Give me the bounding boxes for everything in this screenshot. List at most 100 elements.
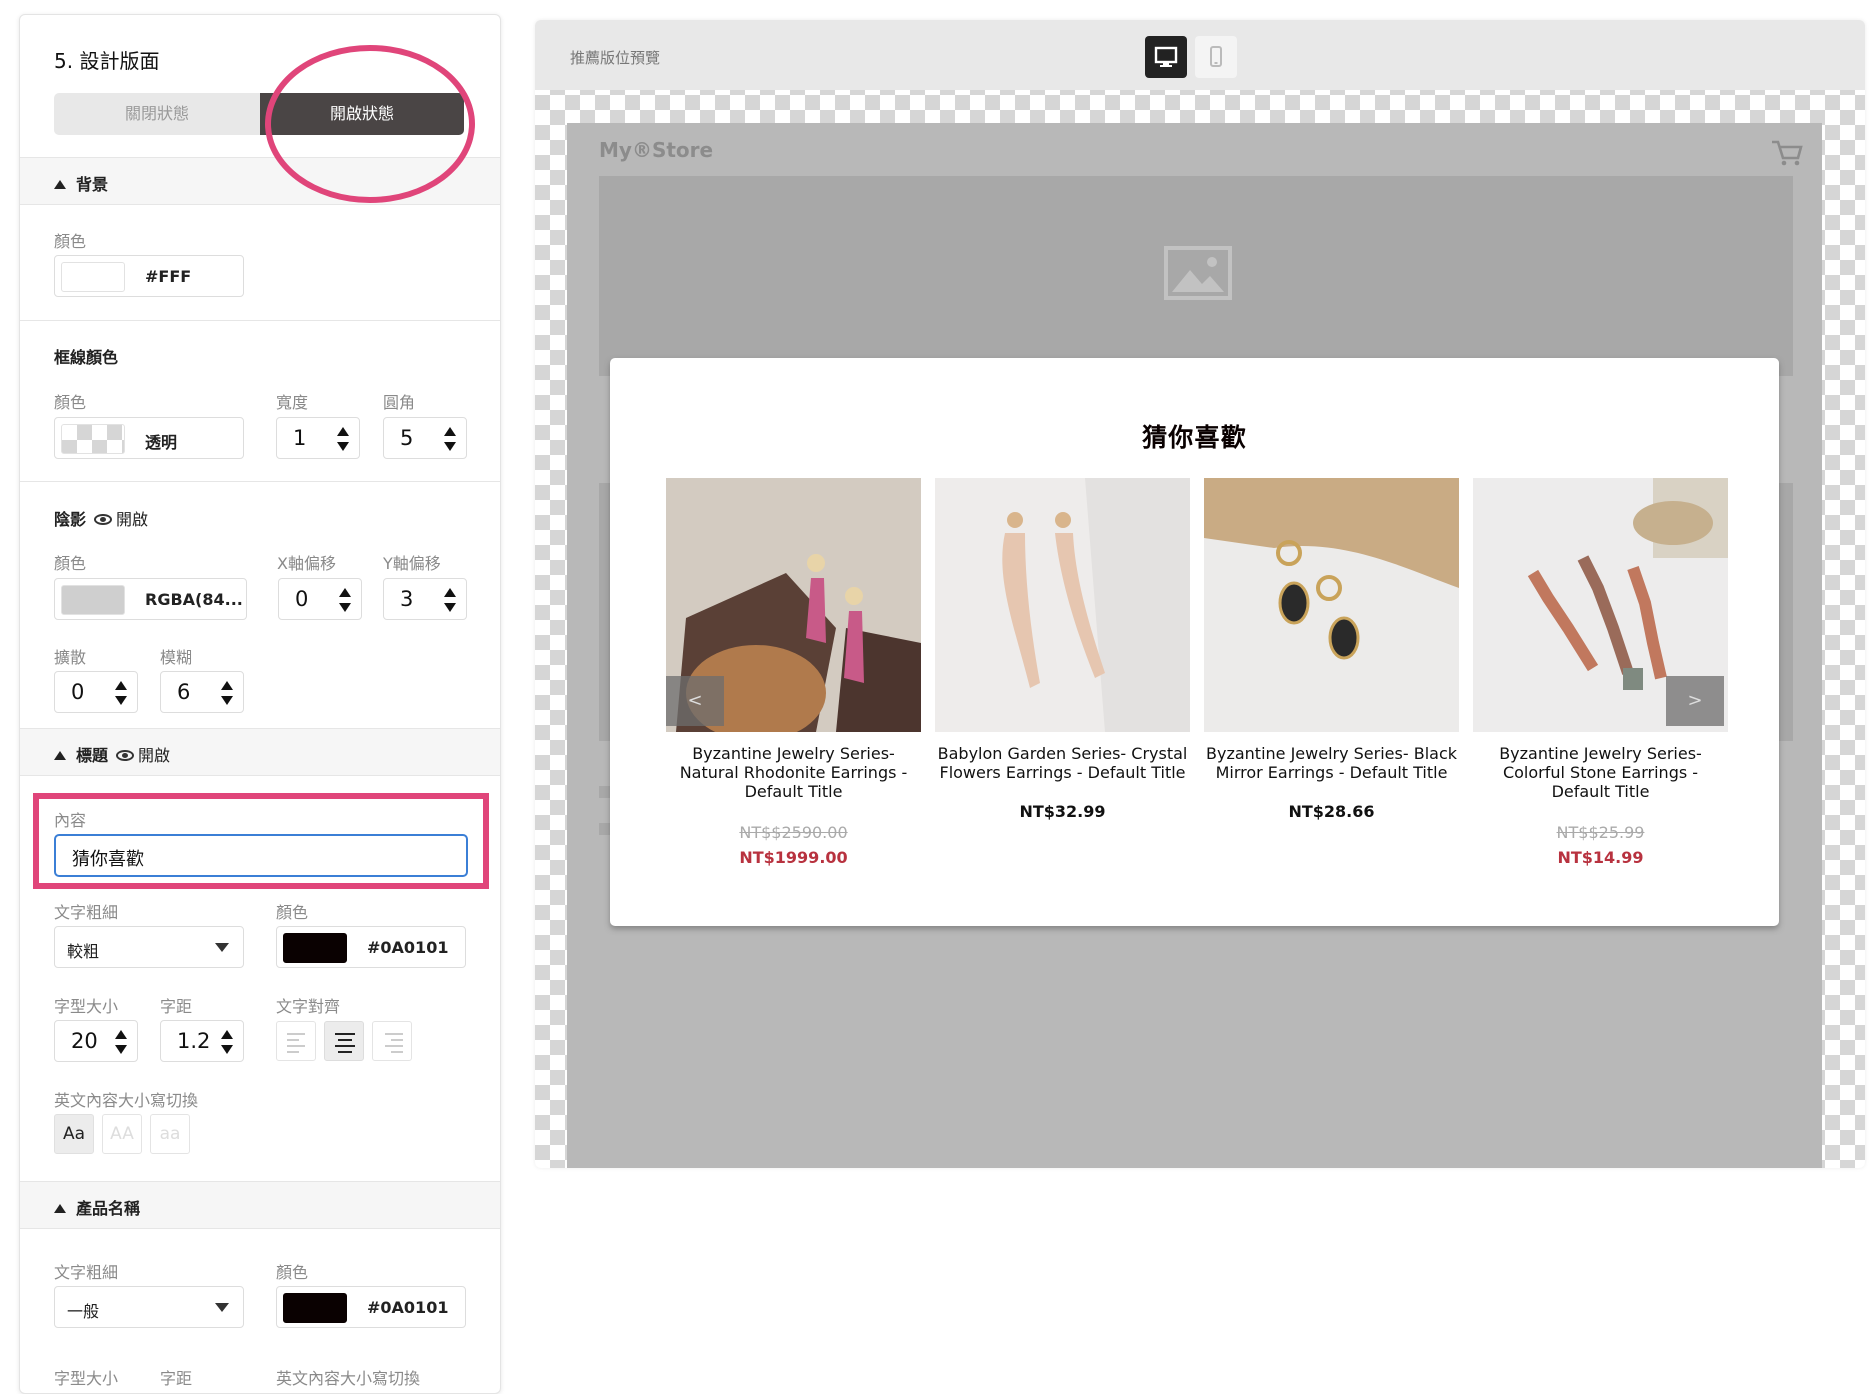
title-content-input[interactable]: 猜你喜歡: [54, 834, 468, 877]
product-name-section-header[interactable]: 產品名稱: [20, 1181, 500, 1229]
title-case-label: 英文內容大小寫切換: [54, 1091, 199, 1110]
product-sale-price: NT$14.99: [1557, 848, 1644, 867]
title-color-picker[interactable]: #0A0101: [276, 926, 466, 968]
title-section-header[interactable]: 標題 開啟: [20, 728, 500, 776]
title-weight-select[interactable]: 較粗: [54, 926, 244, 968]
shadow-section-header: 陰影 開啟: [54, 506, 148, 530]
product-old-price: NT$$2590.00: [739, 823, 848, 842]
align-center-button[interactable]: [324, 1021, 364, 1061]
mobile-view-button[interactable]: [1195, 36, 1237, 78]
border-radius-label: 圓角: [383, 393, 416, 412]
border-width-label: 寬度: [276, 393, 309, 412]
stepper-arrows-icon[interactable]: [115, 1030, 127, 1054]
title-section-title: 標題: [76, 746, 109, 765]
stepper-arrows-icon[interactable]: [444, 588, 456, 612]
title-spacing-stepper[interactable]: 1.2: [160, 1020, 244, 1062]
product-image[interactable]: [1204, 478, 1459, 732]
align-right-button[interactable]: [372, 1021, 412, 1061]
align-left-button[interactable]: [276, 1021, 316, 1061]
product-carousel: < Byzantine Jewelry Series- Natural Rhod…: [666, 478, 1728, 898]
preview-toolbar: 推薦版位預覽: [535, 20, 1865, 90]
recommendation-popup: 猜你喜歡 < Byzantine Jewelry Series- Natural…: [610, 358, 1779, 926]
border-radius-stepper[interactable]: 5: [383, 417, 467, 459]
shadow-color-picker[interactable]: RGBA(84...: [54, 578, 247, 620]
background-color-swatch: [61, 262, 125, 292]
shadow-y-stepper[interactable]: 3: [383, 578, 467, 620]
title-size-value: 20: [71, 1029, 98, 1053]
dropdown-arrow-icon: [215, 943, 229, 952]
border-section-title: 框線顏色: [54, 348, 119, 367]
product-name[interactable]: Babylon Garden Series- Crystal Flowers E…: [935, 744, 1190, 782]
popup-title: 猜你喜歡: [1142, 423, 1247, 452]
shadow-x-label: X軸偏移: [277, 554, 336, 573]
product-weight-label: 文字粗細: [54, 1263, 119, 1282]
title-spacing-value: 1.2: [177, 1029, 211, 1053]
border-color-picker[interactable]: 透明: [54, 417, 244, 459]
product-color-picker[interactable]: #0A0101: [276, 1286, 466, 1328]
step-title: 5. 設計版面: [54, 49, 160, 73]
title-content-label: 內容: [54, 811, 87, 830]
background-color-picker[interactable]: #FFF: [54, 255, 244, 297]
product-name[interactable]: Byzantine Jewelry Series- Natural Rhodon…: [666, 744, 921, 801]
product-weight-select[interactable]: 一般: [54, 1286, 244, 1328]
product-image[interactable]: >: [1473, 478, 1728, 732]
stepper-arrows-icon[interactable]: [444, 427, 456, 451]
desktop-view-button[interactable]: [1145, 36, 1187, 78]
toggle-closed-state[interactable]: 關閉狀態: [54, 93, 260, 135]
product-price: NT$28.66: [1288, 802, 1375, 821]
eye-icon[interactable]: [94, 514, 113, 525]
product-weight-value: 一般: [67, 1302, 100, 1321]
cart-icon[interactable]: [1770, 138, 1804, 168]
carousel-next-button[interactable]: >: [1666, 676, 1724, 726]
title-size-stepper[interactable]: 20: [54, 1020, 138, 1062]
product-name[interactable]: Byzantine Jewelry Series- Colorful Stone…: [1473, 744, 1728, 801]
product-image[interactable]: [935, 478, 1190, 732]
shadow-visibility[interactable]: 開啟: [116, 510, 148, 529]
mobile-icon: [1210, 46, 1222, 67]
earring-photo: [1204, 478, 1459, 732]
background-section-title: 背景: [76, 175, 109, 194]
shadow-blur-stepper[interactable]: 6: [160, 671, 244, 713]
shadow-spread-stepper[interactable]: 0: [54, 671, 138, 713]
shadow-y-label: Y軸偏移: [383, 554, 441, 573]
background-color-hex: #FFF: [145, 267, 192, 286]
shadow-x-value: 0: [295, 587, 309, 611]
border-width-value: 1: [293, 426, 307, 450]
highlight-circle: [265, 45, 475, 203]
shadow-blur-label: 模糊: [160, 648, 193, 667]
case-upper-button[interactable]: AA: [102, 1114, 142, 1154]
eye-icon[interactable]: [116, 750, 135, 761]
case-capitalize-button[interactable]: Aa: [54, 1114, 94, 1154]
case-lower-button[interactable]: aa: [150, 1114, 190, 1154]
border-width-stepper[interactable]: 1: [276, 417, 360, 459]
title-align-label: 文字對齊: [276, 997, 341, 1016]
stepper-arrows-icon[interactable]: [115, 681, 127, 705]
stepper-arrows-icon[interactable]: [339, 588, 351, 612]
stepper-arrows-icon[interactable]: [221, 681, 233, 705]
product-image[interactable]: <: [666, 478, 921, 732]
desktop-icon: [1154, 46, 1178, 67]
transparent-swatch-icon: [61, 424, 125, 454]
title-color-swatch: [283, 933, 347, 963]
stepper-arrows-icon[interactable]: [337, 427, 349, 451]
product-name-section-title: 產品名稱: [76, 1199, 141, 1218]
product-spacing-label: 字距: [160, 1369, 193, 1388]
title-visibility[interactable]: 開啟: [138, 746, 170, 765]
stepper-arrows-icon[interactable]: [221, 1030, 233, 1054]
shadow-color-value: RGBA(84...: [145, 590, 243, 609]
product-price: NT$32.99: [1019, 802, 1106, 821]
product-name[interactable]: Byzantine Jewelry Series- Black Mirror E…: [1204, 744, 1459, 782]
title-weight-value: 較粗: [67, 942, 100, 961]
product-color-label: 顏色: [276, 1263, 309, 1282]
carousel-prev-button[interactable]: <: [666, 676, 724, 726]
border-radius-value: 5: [400, 426, 414, 450]
title-weight-label: 文字粗細: [54, 903, 119, 922]
title-color-label: 顏色: [276, 903, 309, 922]
banner-placeholder: [599, 176, 1793, 376]
shadow-blur-value: 6: [177, 680, 191, 704]
collapse-caret-icon: [54, 751, 66, 760]
product-color-hex: #0A0101: [367, 1298, 449, 1317]
shadow-spread-label: 擴散: [54, 648, 87, 667]
shadow-x-stepper[interactable]: 0: [278, 578, 362, 620]
product-case-label: 英文內容大小寫切換: [276, 1369, 421, 1388]
